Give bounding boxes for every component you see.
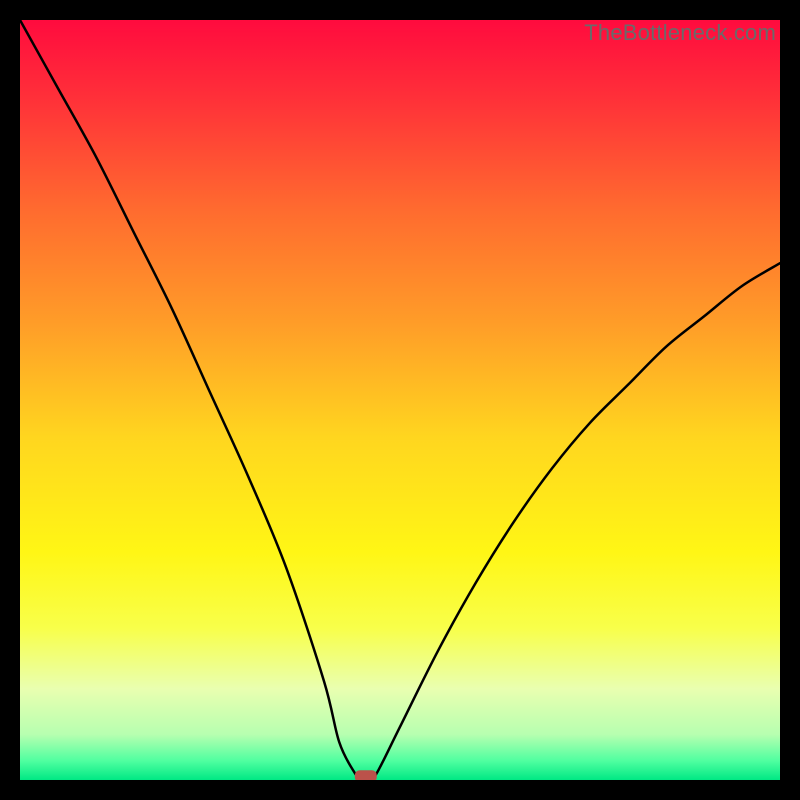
bottleneck-chart bbox=[20, 20, 780, 780]
watermark-text: TheBottleneck.com bbox=[584, 20, 776, 46]
chart-frame: TheBottleneck.com bbox=[20, 20, 780, 780]
gradient-background bbox=[20, 20, 780, 780]
optimal-point-marker bbox=[355, 770, 377, 780]
